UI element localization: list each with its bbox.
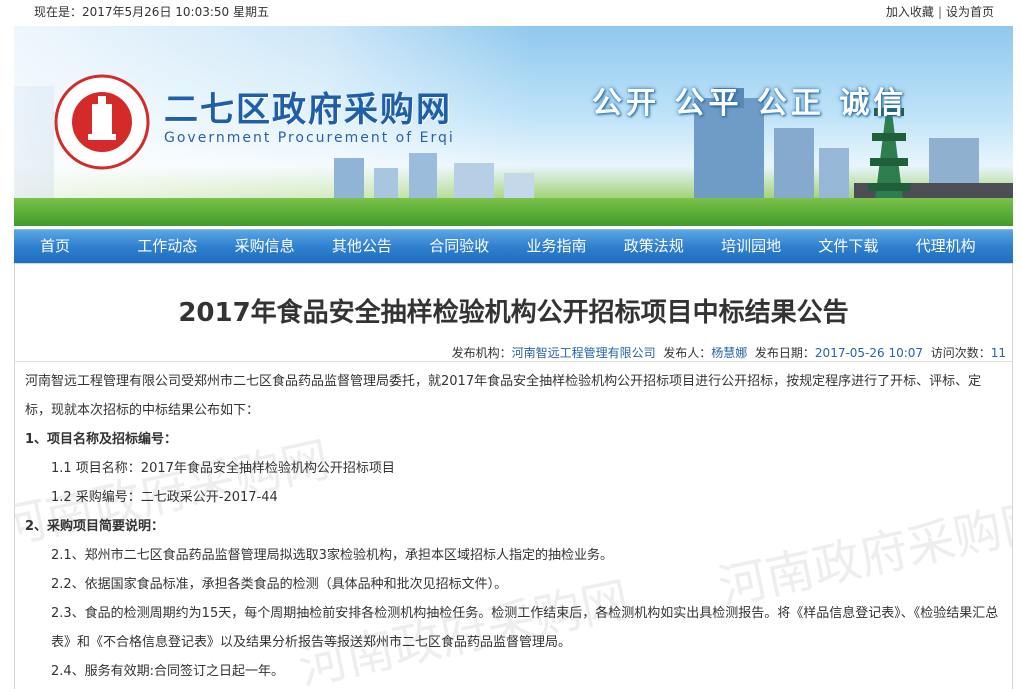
nav-item-training[interactable]: 培训园地 bbox=[721, 230, 818, 263]
publisher-label: 发布机构： bbox=[451, 346, 512, 360]
government-emblem-logo bbox=[54, 74, 150, 170]
nav-item-downloads[interactable]: 文件下载 bbox=[818, 230, 915, 263]
list-item: 1.2 采购编号：二七政采公开-2017-44 bbox=[51, 490, 278, 505]
section-heading: 1、项目名称及招标编号： bbox=[25, 432, 178, 447]
list-item: 2.3、食品的检测周期约为15天，每个周期抽检前安排各检测机构抽检任务。检测工作… bbox=[51, 606, 999, 650]
nav-item-contract-acceptance[interactable]: 合同验收 bbox=[429, 230, 526, 263]
top-bar: 现在是：2017年5月26日 10:03:50 星期五 加入收藏 | 设为首页 bbox=[0, 0, 1021, 24]
author-name: 杨慧娜 bbox=[711, 346, 748, 360]
nav-item-business-guide[interactable]: 业务指南 bbox=[526, 230, 623, 263]
site-slogan: 公开 公平 公正 诚信 bbox=[592, 86, 908, 121]
article-content: 河南政府采购网 河南政府采购网 河南政府采购网 2017年食品安全抽样检验机构公… bbox=[14, 263, 1013, 689]
nav-item-agencies[interactable]: 代理机构 bbox=[916, 230, 1013, 263]
article-title: 2017年食品安全抽样检验机构公开招标项目中标结果公告 bbox=[178, 298, 849, 328]
author-label: 发布人： bbox=[663, 346, 712, 360]
publish-date: 2017-05-26 10:07 bbox=[814, 346, 924, 360]
nav-item-other-notices[interactable]: 其他公告 bbox=[332, 230, 429, 263]
list-item: 2.2、依据国家食品标准，承担各类食品的检测（具体品种和批次见招标文件）。 bbox=[51, 577, 508, 592]
add-bookmark-link[interactable]: 加入收藏 bbox=[886, 5, 934, 19]
banner-grass bbox=[14, 198, 1013, 226]
header-banner: 二七区政府采购网 Government Procurement of Erqi … bbox=[14, 26, 1013, 226]
section-heading: 2、采购项目简要说明： bbox=[25, 519, 165, 534]
list-item: 2.4、服务有效期:合同签订之日起一年。 bbox=[51, 664, 285, 679]
nav-item-work-news[interactable]: 工作动态 bbox=[137, 230, 234, 263]
set-homepage-link[interactable]: 设为首页 bbox=[946, 5, 994, 19]
list-item: 1.1 项目名称：2017年食品安全抽样检验机构公开招标项目 bbox=[51, 461, 395, 476]
publisher-org: 河南智远工程管理有限公司 bbox=[511, 346, 656, 360]
current-datetime: 现在是：2017年5月26日 10:03:50 星期五 bbox=[34, 5, 269, 19]
article-body: 河南智远工程管理有限公司受郑州市二七区食品药品监督管理局委托，就2017年食品安… bbox=[25, 367, 1007, 686]
site-title: 二七区政府采购网 bbox=[164, 90, 452, 130]
intro-paragraph: 河南智远工程管理有限公司受郑州市二七区食品药品监督管理局委托，就2017年食品安… bbox=[25, 374, 982, 418]
visits-label: 访问次数： bbox=[930, 346, 991, 360]
nav-item-policies[interactable]: 政策法规 bbox=[624, 230, 721, 263]
article-meta: 发布机构：河南智远工程管理有限公司 发布人：杨慧娜 发布日期：2017-05-2… bbox=[452, 344, 1006, 361]
nav-item-home[interactable]: 首页 bbox=[40, 230, 137, 263]
site-subtitle: Government Procurement of Erqi bbox=[164, 130, 455, 146]
link-separator: | bbox=[937, 5, 942, 19]
nav-item-procurement-info[interactable]: 采购信息 bbox=[235, 230, 332, 263]
main-navigation: 首页 工作动态 采购信息 其他公告 合同验收 业务指南 政策法规 培训园地 文件… bbox=[14, 229, 1013, 263]
meta-divider bbox=[15, 361, 1012, 362]
top-links: 加入收藏 | 设为首页 bbox=[886, 0, 994, 24]
list-item: 2.1、郑州市二七区食品药品监督管理局拟选取3家检验机构，承担本区域招标人指定的… bbox=[51, 548, 613, 563]
visit-count: 11 bbox=[990, 346, 1006, 360]
date-label: 发布日期： bbox=[754, 346, 815, 360]
